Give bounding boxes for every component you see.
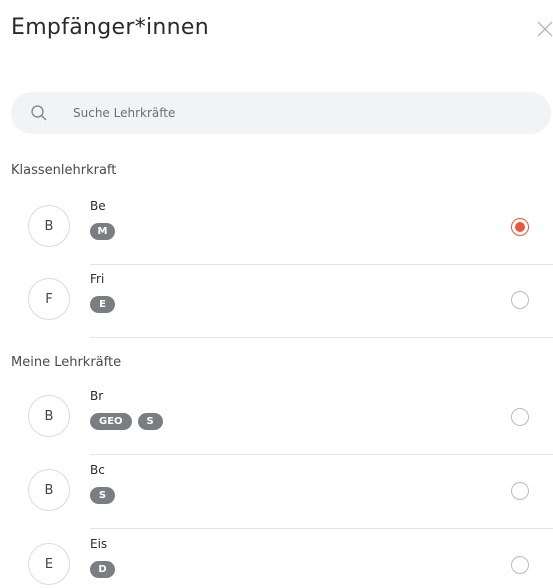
divider <box>90 264 553 265</box>
subject-badges: E <box>90 296 115 313</box>
avatar: B <box>28 205 70 247</box>
page-title: Empfänger*innen <box>11 15 209 40</box>
select-radio[interactable] <box>511 408 529 426</box>
select-radio[interactable] <box>511 556 529 574</box>
list-item[interactable]: B Be M <box>28 199 553 265</box>
avatar: E <box>28 543 70 585</box>
teacher-name: Bc <box>90 463 105 477</box>
search-input[interactable] <box>73 92 533 134</box>
modal-header: Empfänger*innen <box>0 0 553 64</box>
select-radio[interactable] <box>511 482 529 500</box>
subject-badge: S <box>90 487 115 504</box>
search-bar[interactable] <box>11 92 551 134</box>
list-item[interactable]: F Fri E <box>28 272 553 338</box>
avatar: F <box>28 278 70 320</box>
list-item[interactable]: E Eis D <box>28 537 553 588</box>
select-radio[interactable] <box>511 291 529 309</box>
teacher-name: Be <box>90 199 106 213</box>
subject-badges: GEO S <box>90 413 163 430</box>
search-icon <box>30 104 48 122</box>
subject-badge: E <box>90 296 115 313</box>
avatar: B <box>28 395 70 437</box>
list-item[interactable]: B Bc S <box>28 463 553 529</box>
avatar: B <box>28 469 70 511</box>
subject-badge: M <box>90 223 115 240</box>
teacher-name: Eis <box>90 537 108 551</box>
section-label-class-teacher: Klassenlehrkraft <box>11 163 117 178</box>
select-radio[interactable] <box>511 218 529 236</box>
subject-badges: D <box>90 561 115 578</box>
teacher-name: Br <box>90 389 104 403</box>
divider <box>90 454 553 455</box>
section-label-my-teachers: Meine Lehrkräfte <box>11 355 122 370</box>
subject-badge: S <box>137 413 163 430</box>
close-icon[interactable] <box>536 20 553 38</box>
divider <box>90 337 553 338</box>
divider <box>90 528 553 529</box>
subject-badges: S <box>90 487 115 504</box>
subject-badge: D <box>90 561 115 578</box>
list-item[interactable]: B Br GEO S <box>28 389 553 455</box>
subject-badges: M <box>90 223 115 240</box>
teacher-name: Fri <box>90 272 105 286</box>
subject-badge: GEO <box>90 413 132 430</box>
